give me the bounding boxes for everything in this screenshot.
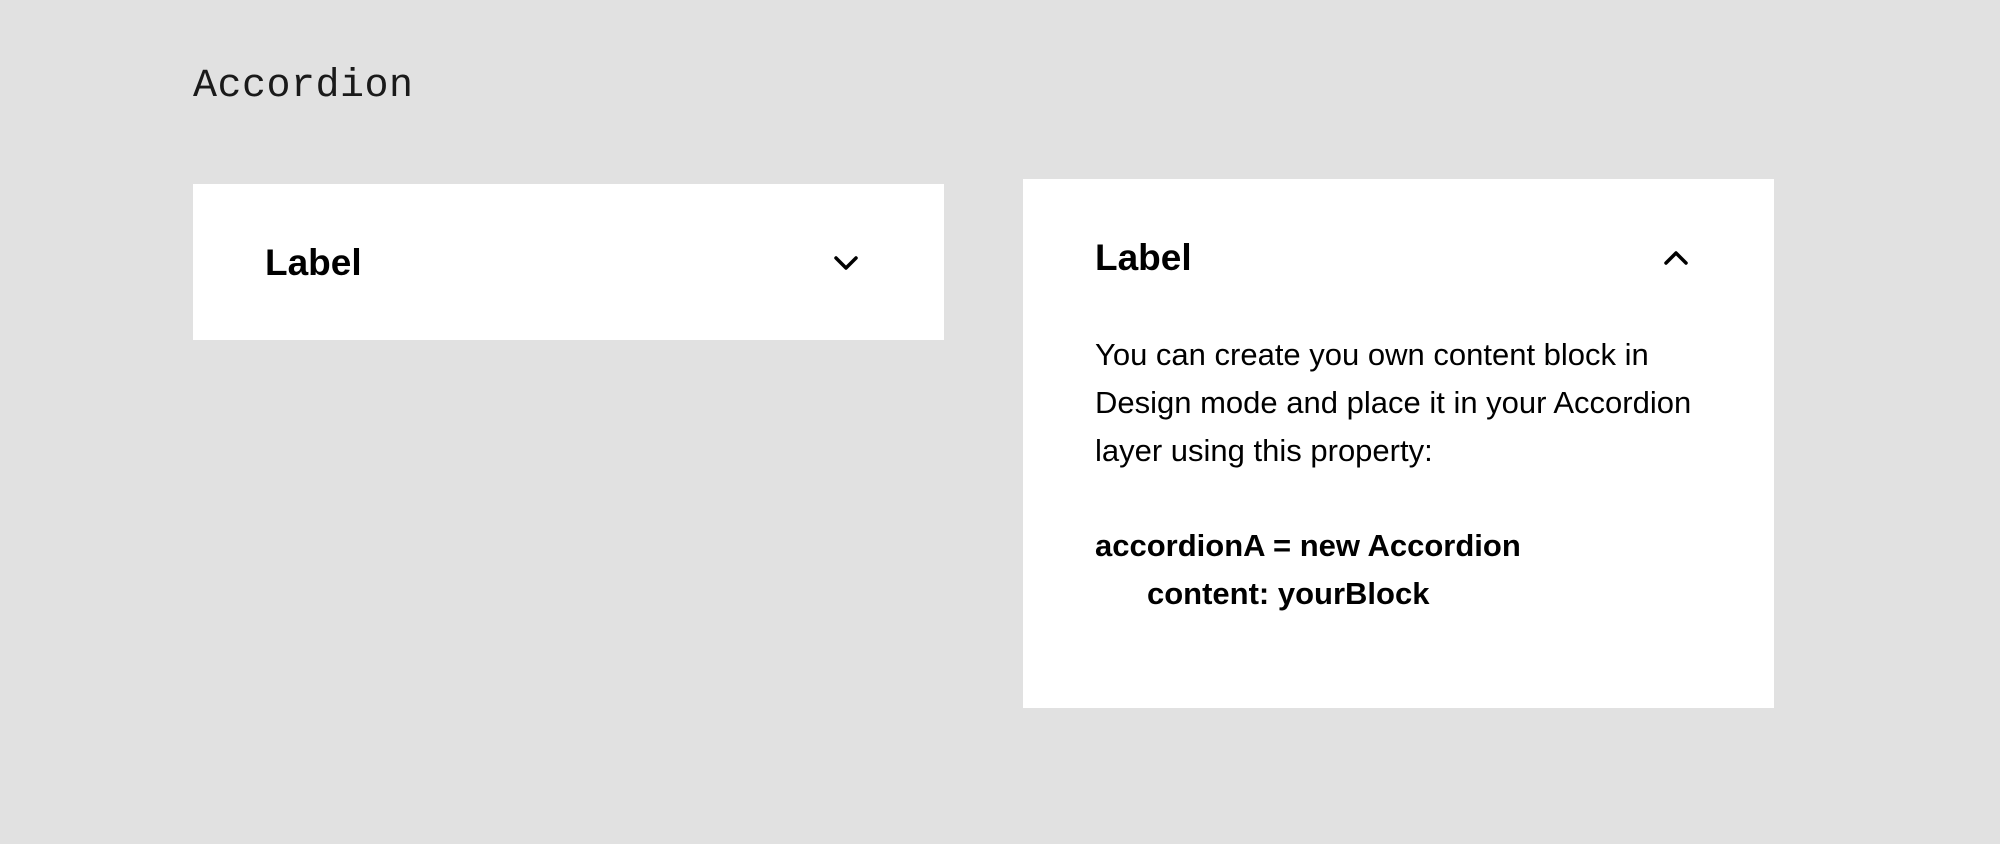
page: Accordion Label Label You can create you…: [0, 0, 2000, 844]
accordion-header[interactable]: Label: [1095, 234, 1702, 282]
accordion-code-snippet: accordionA = new Accordion content: your…: [1095, 522, 1734, 618]
chevron-down-icon[interactable]: [830, 247, 862, 279]
accordion-expanded: Label You can create you own content blo…: [1023, 179, 1774, 708]
page-title: Accordion: [193, 64, 414, 109]
accordion-header[interactable]: Label: [265, 239, 872, 287]
accordion-label: Label: [1095, 237, 1192, 278]
accordion-label: Label: [265, 242, 362, 283]
accordion-content-text: You can create you own content block in …: [1095, 337, 1692, 468]
chevron-up-icon[interactable]: [1660, 242, 1692, 274]
accordion-collapsed: Label: [193, 184, 944, 340]
accordion-content: You can create you own content block in …: [1095, 331, 1734, 618]
code-line: accordionA = new Accordion: [1095, 528, 1521, 563]
code-line: content: yourBlock: [1147, 576, 1430, 611]
